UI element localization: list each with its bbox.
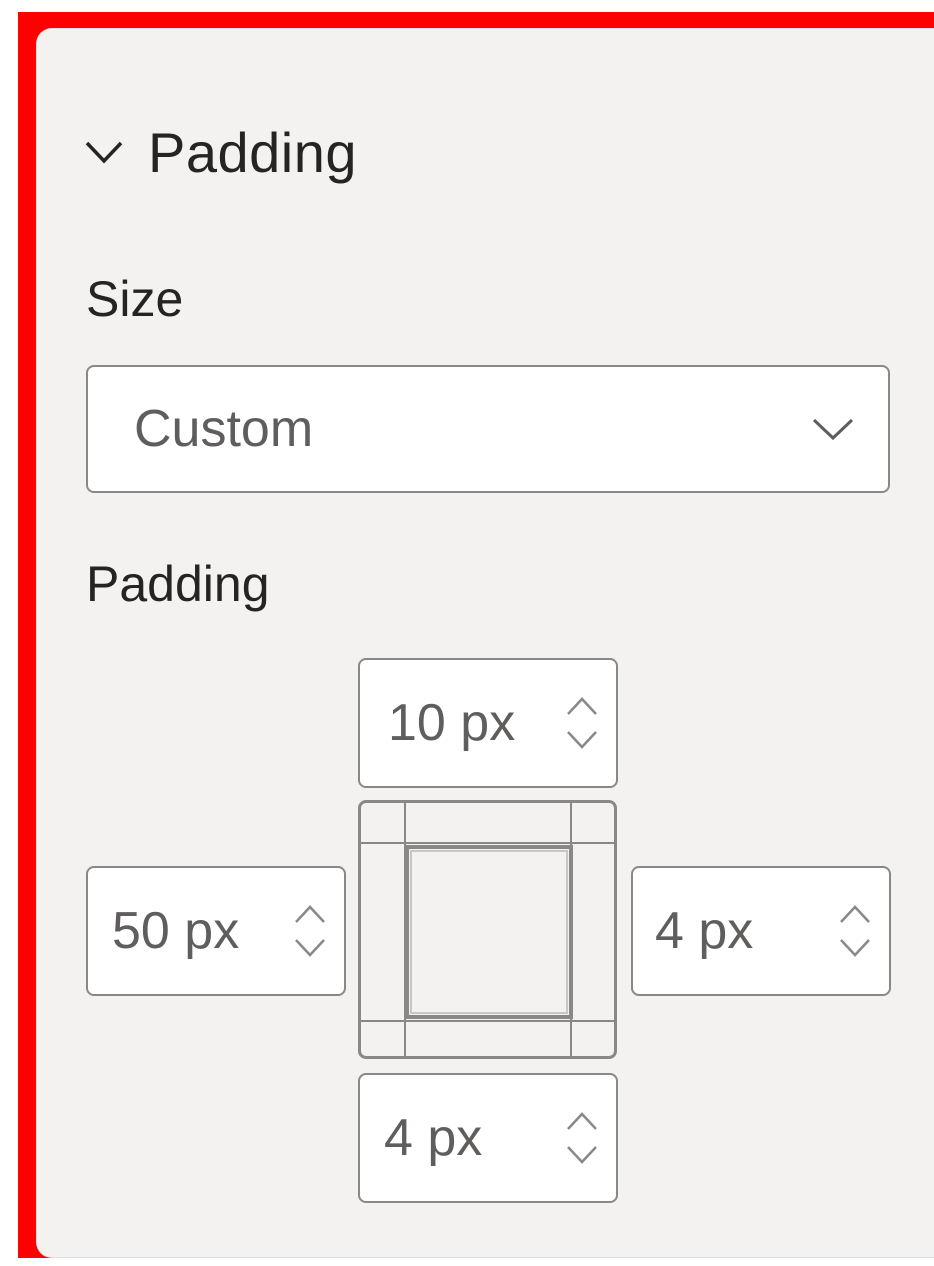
padding-top-value: 10 px: [388, 694, 516, 752]
size-dropdown[interactable]: Custom: [86, 365, 890, 493]
chevron-down-icon: [812, 418, 854, 441]
chevron-down-icon[interactable]: [565, 729, 599, 751]
size-dropdown-value: Custom: [134, 400, 314, 458]
padding-right-value: 4 px: [655, 902, 754, 960]
padding-left-input[interactable]: 50 px: [86, 866, 346, 996]
padding-bottom-value: 4 px: [384, 1109, 483, 1167]
padding-section-header[interactable]: Padding: [84, 112, 504, 192]
chevron-down-icon[interactable]: [838, 937, 872, 959]
chevron-down-icon: [85, 141, 123, 164]
padding-label: Padding: [86, 556, 270, 612]
chevron-down-icon[interactable]: [293, 937, 327, 959]
padding-top-input[interactable]: 10 px: [358, 658, 618, 788]
chevron-up-icon[interactable]: [293, 903, 327, 925]
chevron-up-icon[interactable]: [565, 1110, 599, 1132]
padding-diagram: [358, 800, 617, 1059]
padding-bottom-input[interactable]: 4 px: [358, 1073, 618, 1203]
section-title: Padding: [148, 120, 358, 184]
chevron-up-icon[interactable]: [838, 903, 872, 925]
padding-right-input[interactable]: 4 px: [631, 866, 891, 996]
size-label: Size: [86, 271, 184, 327]
padding-left-value: 50 px: [112, 902, 240, 960]
padding-box-icon: [361, 803, 614, 1056]
chevron-down-icon[interactable]: [565, 1144, 599, 1166]
chevron-up-icon[interactable]: [565, 695, 599, 717]
